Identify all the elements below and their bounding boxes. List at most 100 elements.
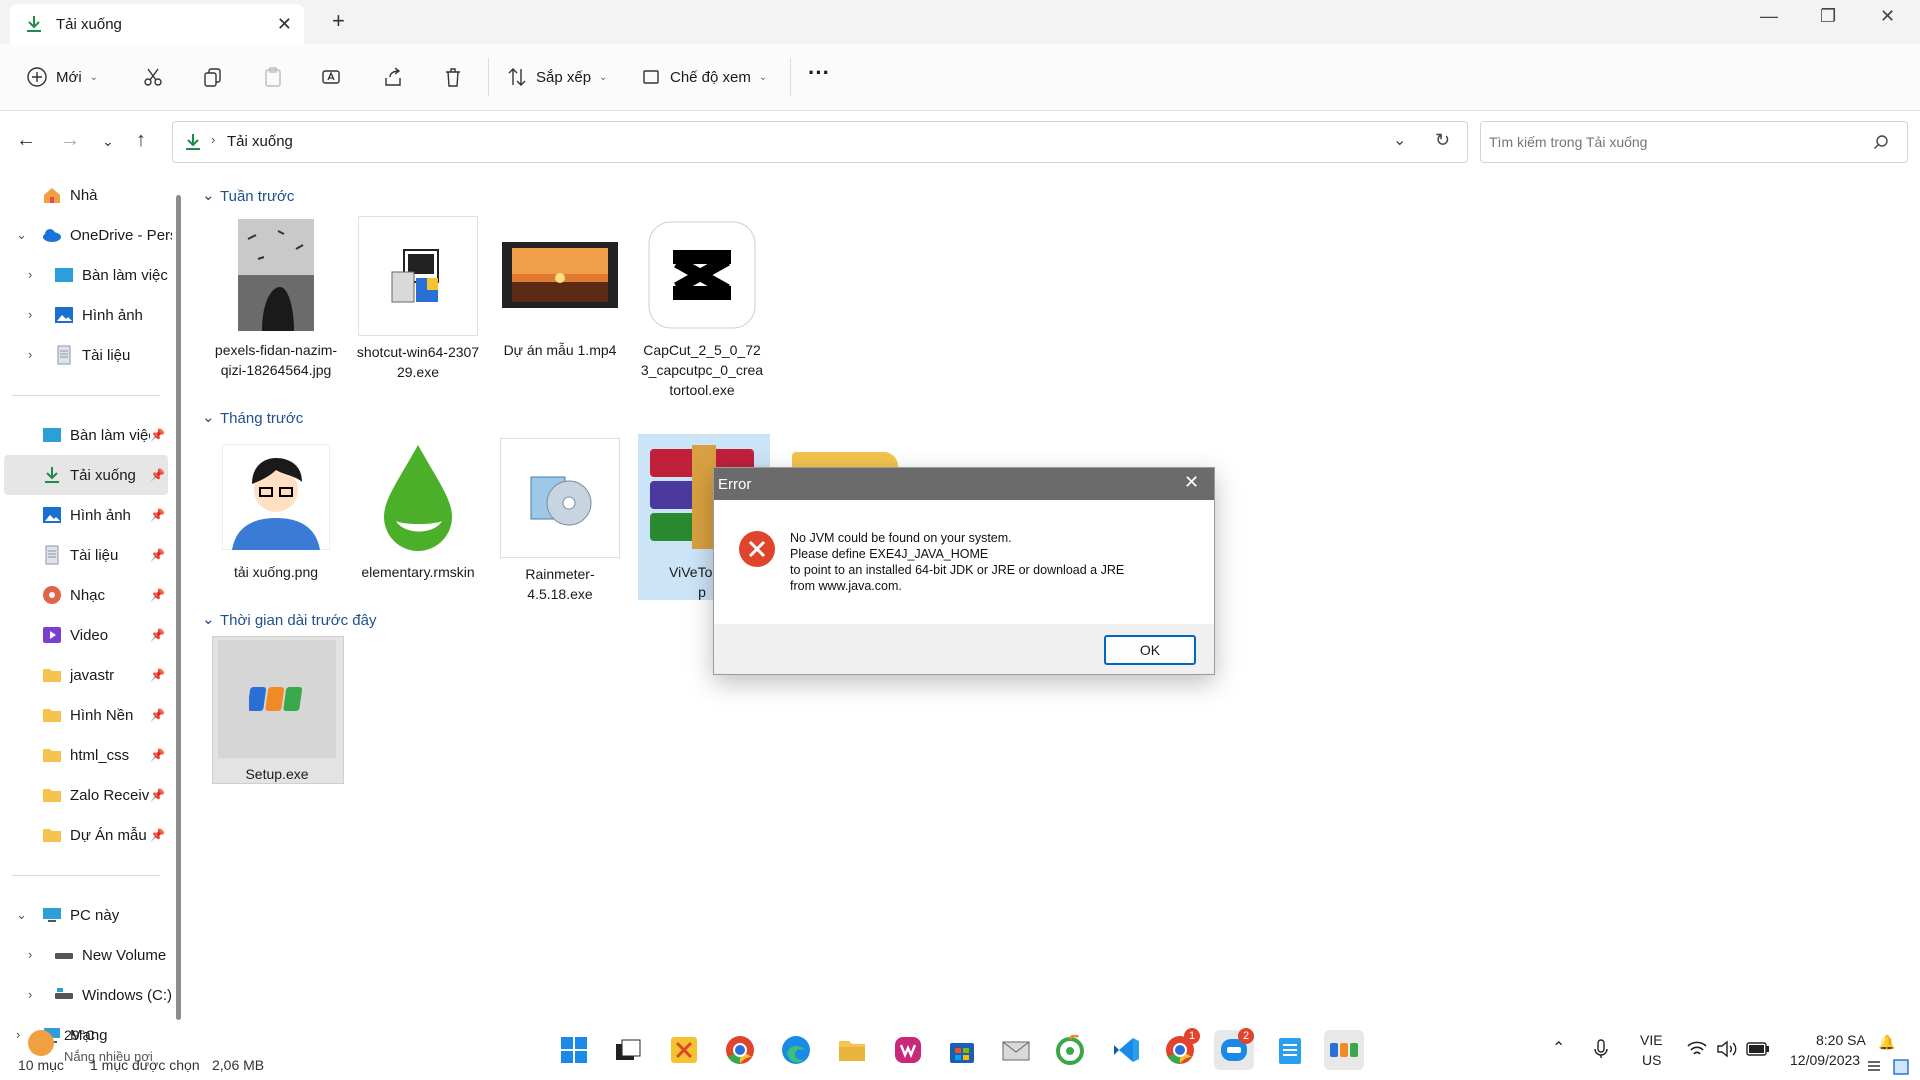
sort-button[interactable]: Sắp xếp ⌄ [506, 66, 607, 88]
search-box[interactable] [1480, 121, 1908, 163]
nav-qa-downloads[interactable]: Tải xuống [42, 455, 136, 495]
address-bar[interactable]: › Tải xuống ⌄ ↻ [172, 121, 1468, 163]
nav-qa-html[interactable]: html_css [42, 735, 129, 775]
taskbar-app-explorer[interactable] [832, 1030, 872, 1070]
taskbar-app-wps[interactable] [888, 1030, 928, 1070]
file-item[interactable]: tải xuống.png [214, 438, 338, 582]
nav-this-pc[interactable]: PC này [42, 895, 119, 935]
paste-icon[interactable] [262, 66, 284, 88]
forward-icon[interactable]: → [60, 129, 80, 152]
pin-icon[interactable]: 📌 [150, 708, 165, 722]
search-input[interactable] [1487, 128, 1861, 156]
details-view-icon[interactable] [1866, 1058, 1882, 1074]
task-view-button[interactable] [608, 1030, 648, 1070]
taskbar-app-vscode[interactable] [1106, 1030, 1146, 1070]
breadcrumb[interactable]: Tải xuống [227, 133, 293, 150]
copy-icon[interactable] [202, 66, 224, 88]
start-button[interactable] [554, 1030, 594, 1070]
language-indicator[interactable]: VIE [1640, 1032, 1663, 1048]
pin-icon[interactable]: 📌 [150, 668, 165, 682]
pin-icon[interactable]: 📌 [150, 428, 165, 442]
file-item[interactable]: Rainmeter-4.5.18.exe [498, 438, 622, 604]
nav-od-pictures[interactable]: Hình ảnh [54, 295, 143, 335]
refresh-icon[interactable]: ↻ [1435, 130, 1450, 151]
clock-date[interactable]: 12/09/2023 [1790, 1052, 1860, 1068]
nav-qa-javastr[interactable]: javastr [42, 655, 114, 695]
view-button[interactable]: Chế độ xem ⌄ [640, 66, 767, 88]
group-header-last-week[interactable]: Tuần trước [220, 188, 294, 205]
chevron-right-icon[interactable]: › [28, 307, 32, 322]
pin-icon[interactable]: 📌 [150, 788, 165, 802]
pin-icon[interactable]: 📌 [150, 548, 165, 562]
group-header-last-month[interactable]: Tháng trước [220, 410, 303, 427]
rename-icon[interactable] [320, 66, 342, 88]
up-icon[interactable]: ↑ [136, 129, 146, 152]
file-item[interactable]: Dự án mẫu 1.mp4 [498, 216, 622, 360]
more-options-button[interactable]: ··· [808, 60, 830, 86]
pin-icon[interactable]: 📌 [150, 508, 165, 522]
taskbar-app-notepad[interactable] [1270, 1030, 1310, 1070]
chevron-right-icon[interactable]: › [16, 1027, 20, 1042]
nav-qa-video[interactable]: Video [42, 615, 108, 655]
battery-icon[interactable] [1746, 1041, 1770, 1057]
nav-windows-c[interactable]: Windows (C:) [54, 975, 174, 1015]
notifications-icon[interactable]: 🔔 [1878, 1034, 1895, 1051]
share-icon[interactable] [382, 66, 404, 88]
file-item[interactable]: elementary.rmskin [356, 438, 480, 582]
pin-icon[interactable]: 📌 [150, 588, 165, 602]
taskbar-app-zalo[interactable]: 2 [1214, 1028, 1254, 1070]
chevron-down-icon[interactable]: ⌄ [16, 227, 27, 243]
file-item[interactable]: shotcut-win64-230729.exe [356, 216, 480, 382]
pin-icon[interactable]: 📌 [150, 628, 165, 642]
volume-icon[interactable] [1716, 1040, 1738, 1058]
nav-od-documents[interactable]: Tài liệu [54, 335, 130, 375]
file-item[interactable]: pexels-fidan-nazim-qizi-18264564.jpg [214, 216, 338, 380]
taskbar-app-store[interactable] [942, 1030, 982, 1070]
back-icon[interactable]: ← [16, 129, 36, 152]
file-item[interactable]: CapCut_2_5_0_723_capcutpc_0_creatortool.… [640, 216, 764, 400]
dialog-close-icon[interactable]: ✕ [1184, 472, 1199, 493]
chevron-right-icon[interactable]: › [28, 267, 32, 282]
file-item[interactable]: Setup.exe [215, 640, 339, 784]
nav-qa-wallpaper[interactable]: Hình Nền [42, 695, 133, 735]
cut-icon[interactable] [142, 66, 164, 88]
ok-button[interactable]: OK [1104, 635, 1196, 665]
taskbar-app-chrome-profile[interactable]: 1 [1160, 1028, 1200, 1070]
taskbar-app-fpt-setup[interactable] [1324, 1030, 1364, 1070]
close-window-button[interactable]: ✕ [1880, 6, 1895, 27]
nav-qa-pictures[interactable]: Hình ảnh [42, 495, 131, 535]
group-chevron-icon[interactable]: ⌄ [202, 186, 215, 204]
taskbar-app-edge[interactable] [776, 1030, 816, 1070]
nav-qa-documents[interactable]: Tài liệu [42, 535, 118, 575]
weather-icon[interactable] [28, 1030, 54, 1056]
nav-qa-desktop[interactable]: Bàn làm việc [42, 415, 150, 455]
nav-home[interactable]: Nhà [42, 175, 98, 215]
pin-icon[interactable]: 📌 [150, 828, 165, 842]
delete-icon[interactable] [442, 66, 464, 88]
search-icon[interactable] [1873, 134, 1889, 150]
nav-qa-project[interactable]: Dự Án mẫu [42, 815, 147, 855]
tab-downloads[interactable]: Tải xuống ✕ [10, 4, 304, 44]
pin-icon[interactable]: 📌 [150, 468, 165, 482]
keyboard-layout-indicator[interactable]: US [1642, 1052, 1661, 1068]
nav-onedrive[interactable]: OneDrive - Pers [42, 215, 172, 255]
recent-locations-icon[interactable]: ⌄ [102, 133, 114, 150]
new-tab-button[interactable]: + [332, 8, 345, 34]
group-header-long-ago[interactable]: Thời gian dài trước đây [220, 612, 376, 629]
nav-scrollbar[interactable] [176, 195, 181, 1020]
chevron-right-icon[interactable]: › [28, 987, 32, 1002]
minimize-button[interactable]: — [1760, 6, 1778, 27]
pin-icon[interactable]: 📌 [150, 748, 165, 762]
chevron-down-icon[interactable]: ⌄ [1393, 130, 1406, 150]
large-icons-view-icon[interactable] [1892, 1058, 1910, 1076]
nav-qa-zalo[interactable]: Zalo Receive [42, 775, 150, 815]
chevron-right-icon[interactable]: › [28, 347, 32, 362]
group-chevron-icon[interactable]: ⌄ [202, 408, 215, 426]
nav-od-desktop[interactable]: Bàn làm việc [54, 255, 174, 295]
taskbar-app-mail[interactable] [996, 1030, 1036, 1070]
taskbar-app-coccoc[interactable] [1050, 1030, 1090, 1070]
group-chevron-icon[interactable]: ⌄ [202, 610, 215, 628]
taskbar-app-chrome[interactable] [720, 1030, 760, 1070]
nav-qa-music[interactable]: Nhạc [42, 575, 105, 615]
maximize-button[interactable]: ❐ [1820, 6, 1836, 27]
